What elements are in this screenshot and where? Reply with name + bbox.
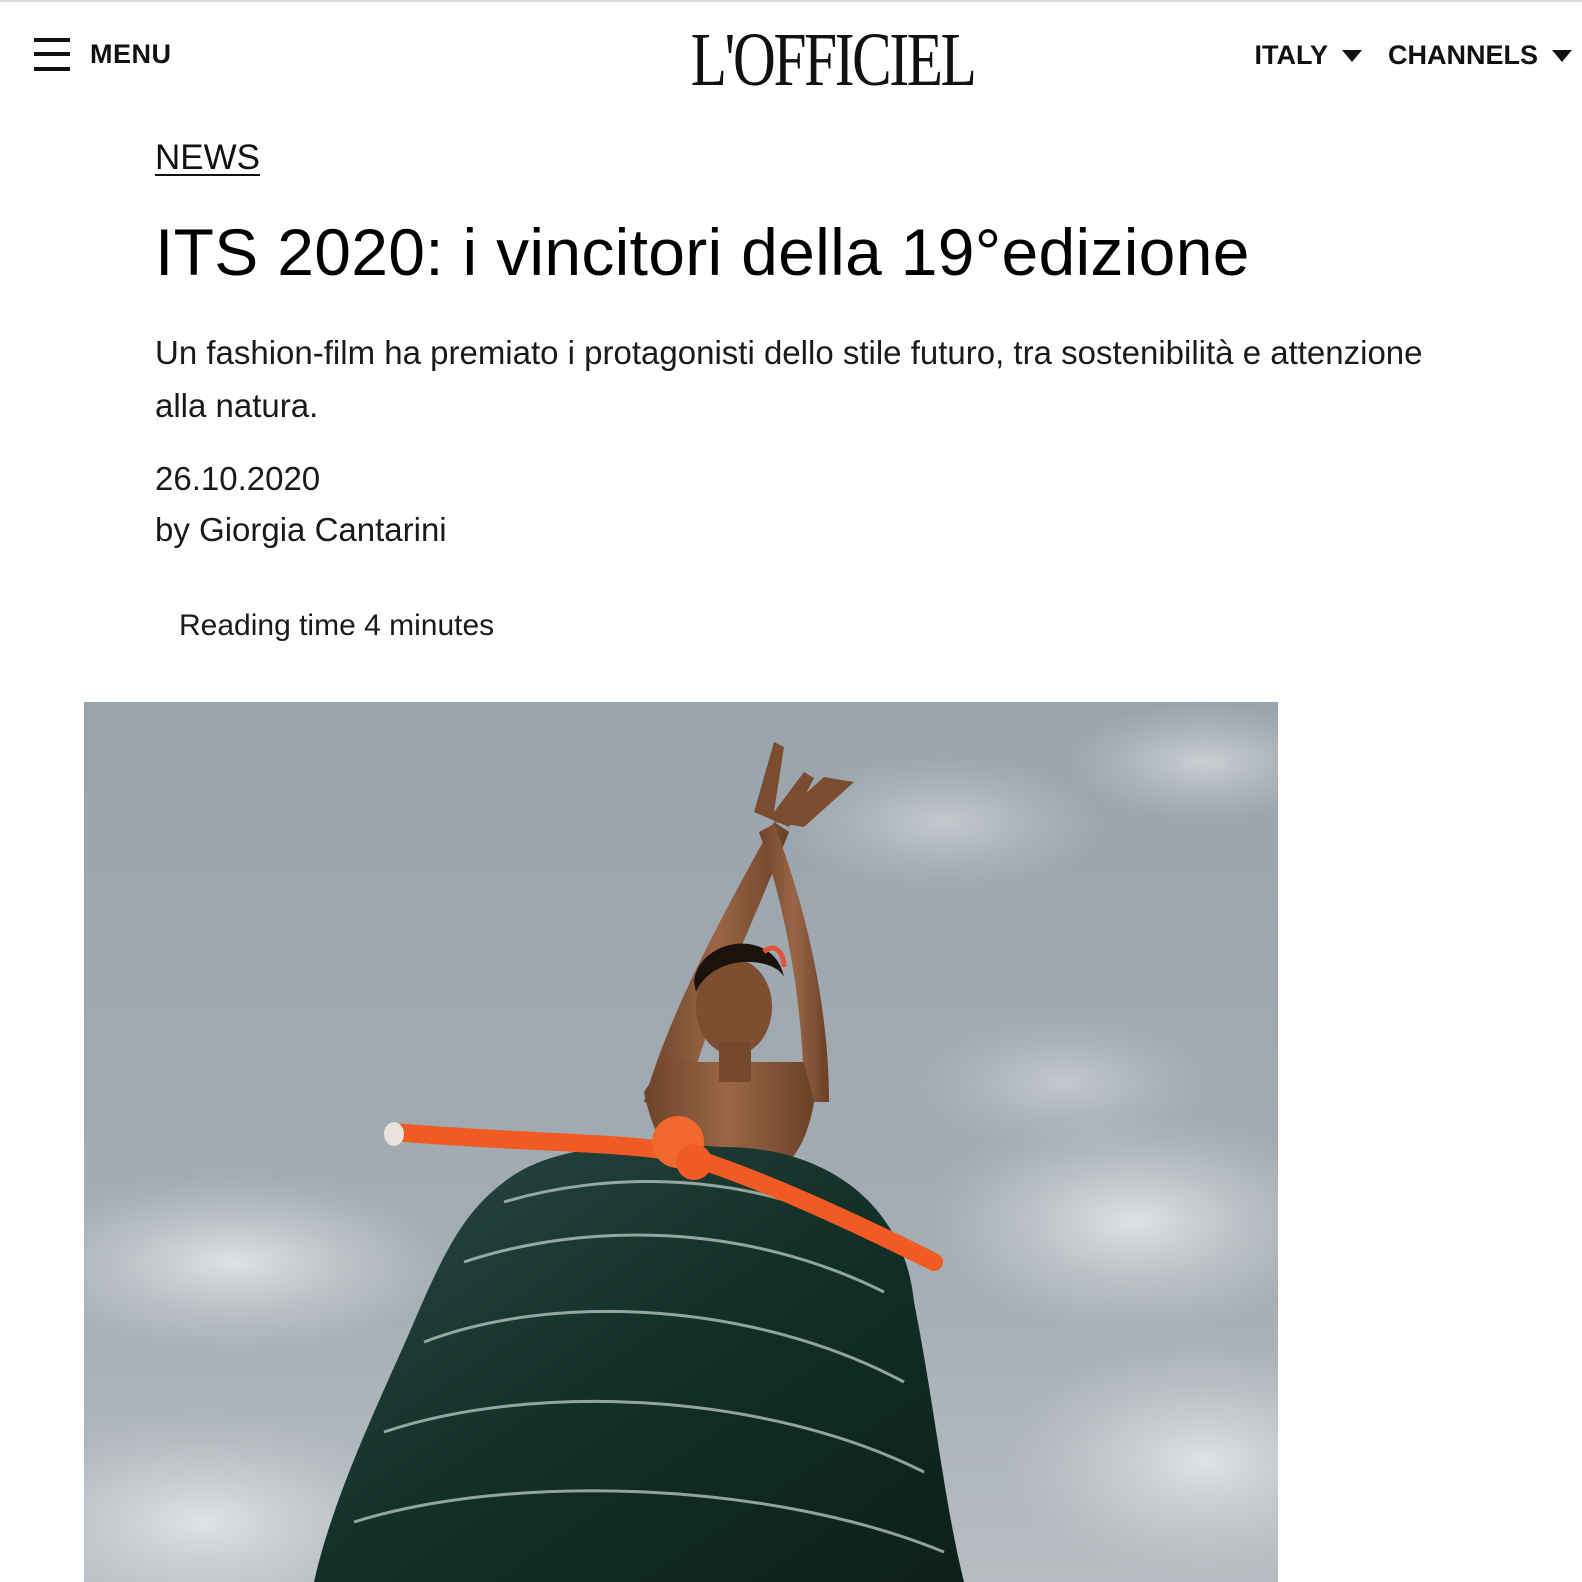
nav-channels-dropdown[interactable]: CHANNELS — [1388, 40, 1572, 71]
hero-image — [84, 702, 1278, 1582]
chevron-down-icon — [1552, 49, 1572, 62]
hamburger-icon — [34, 36, 70, 72]
top-divider — [0, 0, 1582, 2]
nav-channels-label: CHANNELS — [1387, 40, 1538, 70]
nav-country-dropdown[interactable]: ITALY — [1254, 40, 1362, 71]
menu-label: MENU — [90, 38, 172, 69]
publish-date: 26.10.2020 — [155, 460, 321, 497]
category-link[interactable]: NEWS — [155, 138, 260, 178]
header-nav: ITALY CHANNELS — [1254, 40, 1572, 71]
site-logo[interactable]: L'OFFICIEL — [691, 22, 977, 98]
menu-button[interactable]: MENU — [34, 36, 172, 72]
nav-country-label: ITALY — [1254, 40, 1328, 70]
photo-icon — [84, 702, 1278, 1582]
author-byline: by Giorgia Cantarini — [155, 511, 447, 548]
reading-time: Reading time 4 minutes — [179, 609, 495, 642]
article-subtitle: Un fashion-film ha premiato i protagonis… — [155, 334, 1423, 424]
article-title: ITS 2020: i vincitori della 19°edizione — [155, 215, 1250, 289]
chevron-down-icon — [1341, 49, 1362, 62]
